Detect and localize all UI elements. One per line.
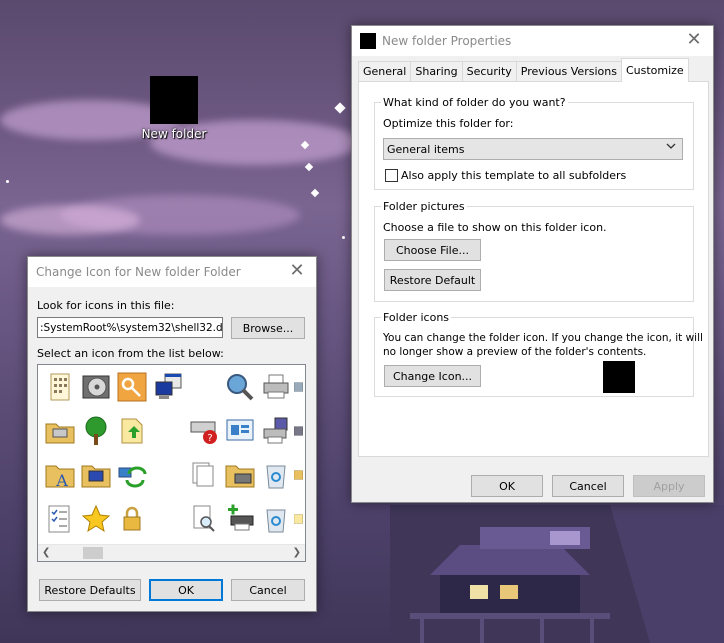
properties-ok-button[interactable]: OK (471, 475, 543, 497)
background-dot (342, 236, 345, 239)
change-icon-titlebar[interactable]: Change Icon for New folder Folder ✕ (28, 257, 316, 287)
select-icon-label: Select an icon from the list below: (37, 347, 224, 360)
icon-file-path-input[interactable]: :SystemRoot%\system32\shell32.dll (37, 317, 223, 338)
search-document-icon[interactable] (186, 501, 222, 537)
grid-document-icon[interactable] (42, 369, 78, 405)
apply-subfolders-label[interactable]: Also apply this template to all subfolde… (401, 169, 626, 182)
apply-subfolders-checkbox[interactable] (385, 169, 398, 182)
control-panel-icon[interactable] (222, 413, 258, 449)
lock-icon[interactable] (114, 501, 150, 537)
close-icon[interactable]: ✕ (286, 261, 308, 283)
printer-add-icon[interactable] (222, 501, 258, 537)
magnifier-globe-icon[interactable] (222, 369, 258, 405)
folder-pictures-description: Choose a file to show on this folder ico… (383, 221, 607, 234)
tab-security[interactable]: Security (461, 61, 517, 81)
folder-pictures-group: Folder pictures Choose a file to show on… (374, 200, 694, 302)
tab-previous-versions[interactable]: Previous Versions (515, 61, 622, 81)
background-star (304, 162, 314, 172)
partial-icon[interactable] (294, 457, 305, 493)
folder-kind-group: What kind of folder do you want? Optimiz… (374, 96, 694, 190)
partial-icon[interactable] (294, 501, 305, 537)
folder-icons-title: Folder icons (381, 311, 452, 324)
scrollbar-thumb[interactable] (83, 547, 103, 559)
scroll-right-icon[interactable]: ❯ (293, 547, 301, 558)
close-icon[interactable]: ✕ (683, 30, 705, 52)
background-star (334, 102, 346, 114)
folder-printer-2-icon[interactable] (222, 457, 258, 493)
svg-text:A: A (55, 471, 68, 490)
optimize-select[interactable]: General items (383, 138, 683, 160)
restore-defaults-button[interactable]: Restore Defaults (39, 579, 141, 601)
star-icon[interactable] (78, 501, 114, 537)
background-beach-house (390, 505, 724, 643)
drive-error-icon[interactable]: ? (186, 413, 222, 449)
folder-icons-description-1: You can change the folder icon. If you c… (383, 332, 703, 344)
optimize-select-value: General items (387, 142, 465, 156)
printer-floppy-icon[interactable] (258, 413, 294, 449)
folder-printer-icon[interactable] (42, 413, 78, 449)
key-icon[interactable] (114, 369, 150, 405)
folder-thumbnail-icon (150, 76, 198, 124)
folder-computer-icon[interactable] (78, 457, 114, 493)
background-cloud (0, 205, 140, 235)
optimize-label: Optimize this folder for: (383, 117, 514, 130)
checklist-icon[interactable] (42, 501, 78, 537)
partial-icon[interactable] (294, 413, 305, 449)
disc-drive-icon[interactable] (78, 369, 114, 405)
desktop-folder-icon[interactable]: New folder (138, 76, 210, 141)
folder-pictures-title: Folder pictures (381, 200, 467, 213)
computer-window-icon[interactable] (150, 369, 186, 405)
document-upload-icon[interactable] (114, 413, 150, 449)
printer-network-icon[interactable] (258, 369, 294, 405)
change-icon-title: Change Icon for New folder Folder (36, 265, 241, 279)
recycle-bin-2-icon[interactable] (258, 501, 294, 537)
scroll-left-icon[interactable]: ❮ (42, 547, 50, 558)
icon-list-horizontal-scrollbar[interactable]: ❮ ❯ (38, 544, 305, 561)
folder-icon-preview (603, 361, 635, 393)
restore-default-button[interactable]: Restore Default (384, 269, 481, 291)
tab-customize[interactable]: Customize (620, 58, 689, 82)
folder-kind-title: What kind of folder do you want? (381, 96, 568, 109)
network-sync-icon[interactable] (114, 457, 150, 493)
properties-title: New folder Properties (382, 34, 512, 48)
icon-list[interactable]: ? A ❮ ❯ (37, 364, 306, 562)
desktop-folder-label: New folder (141, 127, 207, 141)
recycle-bin-icon[interactable] (258, 457, 294, 493)
browse-button[interactable]: Browse... (231, 317, 305, 339)
partial-icon[interactable] (294, 369, 305, 405)
change-icon-window: Change Icon for New folder Folder ✕ Look… (27, 256, 317, 612)
change-icon-button[interactable]: Change Icon... (384, 365, 481, 387)
font-folder-icon[interactable]: A (42, 457, 78, 493)
background-dot (6, 180, 9, 183)
chevron-down-icon (666, 142, 676, 153)
look-for-label: Look for icons in this file: (37, 299, 175, 312)
properties-window: New folder Properties ✕ General Sharing … (351, 25, 714, 503)
tree-icon[interactable] (78, 413, 114, 449)
change-icon-ok-button[interactable]: OK (149, 579, 223, 601)
documents-stack-icon[interactable] (186, 457, 222, 493)
tab-general[interactable]: General (358, 61, 412, 81)
properties-tab-strip: General Sharing Security Previous Versio… (358, 58, 689, 82)
tab-sharing[interactable]: Sharing (410, 61, 463, 81)
icon-file-path-value: :SystemRoot%\system32\shell32.dll (40, 321, 223, 334)
properties-cancel-button[interactable]: Cancel (552, 475, 624, 497)
properties-apply-button[interactable]: Apply (633, 475, 705, 497)
svg-text:?: ? (207, 433, 212, 444)
properties-titlebar[interactable]: New folder Properties ✕ (352, 26, 713, 56)
folder-icons-group: Folder icons You can change the folder i… (374, 311, 703, 397)
customize-panel: What kind of folder do you want? Optimiz… (358, 81, 709, 457)
background-star (310, 188, 320, 198)
change-icon-cancel-button[interactable]: Cancel (231, 579, 305, 601)
window-logo-icon (360, 33, 376, 49)
folder-icons-description-2: no longer show a preview of the folder's… (383, 346, 647, 358)
choose-file-button[interactable]: Choose File... (384, 239, 481, 261)
